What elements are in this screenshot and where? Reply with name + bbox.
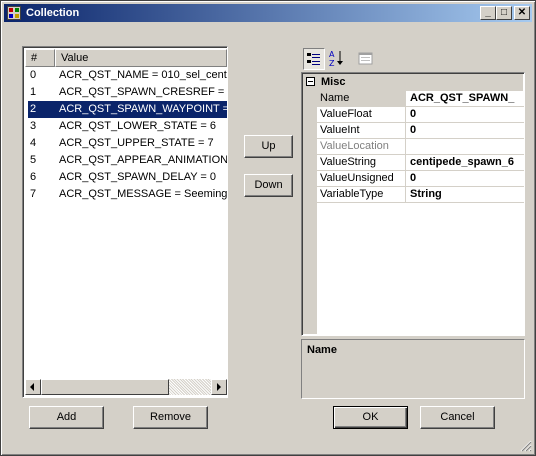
property-label: VariableType (317, 187, 406, 202)
list-item-index: 3 (30, 120, 37, 132)
list-item-index: 0 (30, 69, 37, 81)
cancel-button[interactable]: Cancel (420, 406, 495, 429)
add-button[interactable]: Add (29, 406, 104, 429)
description-title: Name (307, 344, 337, 356)
ok-button[interactable]: OK (333, 406, 408, 429)
list-item[interactable]: 6 ACR_QST_SPAWN_DELAY = 0 (25, 169, 227, 186)
svg-text:Z: Z (329, 59, 335, 68)
property-label: ValueUnsigned (317, 171, 406, 186)
collection-editor-window: Collection _ □ ✕ # Value 0 ACR_QST_NAME … (0, 0, 536, 456)
list-item-value: ACR_QST_SPAWN_WAYPOINT = (59, 103, 227, 115)
property-row-valueint[interactable]: ValueInt 0 (317, 123, 524, 139)
property-value-input[interactable]: 0 (407, 171, 524, 186)
close-button[interactable]: ✕ (514, 6, 530, 20)
list-item-value: ACR_QST_SPAWN_DELAY = 0 (59, 171, 217, 183)
property-label: ValueInt (317, 123, 406, 138)
list-item[interactable]: 5 ACR_QST_APPEAR_ANIMATION (25, 152, 227, 169)
list-item-index: 1 (30, 86, 37, 98)
list-item-selected[interactable]: 2 ACR_QST_SPAWN_WAYPOINT = (25, 101, 227, 118)
list-item[interactable]: 7 ACR_QST_MESSAGE = Seemingly (25, 186, 227, 203)
property-description-pane: Name (301, 339, 525, 399)
property-pages-icon (358, 52, 373, 65)
property-value-input[interactable]: ACR_QST_SPAWN_ (407, 91, 524, 106)
list-item-index: 6 (30, 171, 37, 183)
property-row-variabletype[interactable]: VariableType String (317, 187, 524, 203)
list-item-index: 5 (30, 154, 37, 166)
categorized-button[interactable] (303, 48, 325, 70)
list-item-value: ACR_QST_UPPER_STATE = 7 (59, 137, 214, 149)
alphabetical-button[interactable]: A Z (326, 48, 348, 70)
property-row-valuefloat[interactable]: ValueFloat 0 (317, 107, 524, 123)
list-item[interactable]: 1 ACR_QST_SPAWN_CRESREF = a (25, 84, 227, 101)
members-list[interactable]: # Value 0 ACR_QST_NAME = 010_sel_centip … (22, 46, 228, 398)
list-item-value: ACR_QST_NAME = 010_sel_centip (59, 69, 227, 81)
property-pages-button[interactable] (355, 48, 377, 70)
arrow-left-icon (30, 383, 34, 391)
column-header-value[interactable]: Value (55, 49, 227, 67)
list-header: # Value (25, 49, 227, 67)
category-row-misc[interactable]: Misc (303, 74, 523, 91)
scrollbar-thumb[interactable] (41, 379, 169, 395)
window-title: Collection (26, 7, 80, 19)
list-item-index: 4 (30, 137, 37, 149)
property-value-input[interactable]: 0 (407, 123, 524, 138)
remove-button[interactable]: Remove (133, 406, 208, 429)
app-icon[interactable] (7, 6, 21, 20)
minimize-button[interactable]: _ (480, 6, 496, 20)
property-value-input (407, 139, 524, 154)
property-row-name[interactable]: Name ACR_QST_SPAWN_ (317, 91, 524, 107)
categorized-icon (307, 53, 320, 65)
property-row-valuestring[interactable]: ValueString centipede_spawn_6 (317, 155, 524, 171)
property-label: Name (317, 91, 406, 106)
property-grid-toolbar: A Z (303, 48, 383, 72)
arrow-right-icon (217, 383, 221, 391)
scroll-left-button[interactable] (25, 379, 41, 395)
list-item-value: ACR_QST_SPAWN_CRESREF = a (59, 86, 227, 98)
grid-margin (303, 74, 317, 334)
collapse-icon[interactable] (306, 77, 315, 86)
property-label: ValueFloat (317, 107, 406, 122)
list-item-index: 7 (30, 188, 37, 200)
property-value-input[interactable]: centipede_spawn_6 (407, 155, 524, 170)
move-up-button[interactable]: Up (244, 135, 293, 158)
category-label: Misc (321, 76, 346, 88)
list-item-index: 2 (30, 103, 37, 115)
horizontal-scrollbar[interactable] (25, 379, 227, 395)
list-item-value: ACR_QST_APPEAR_ANIMATION (59, 154, 227, 166)
list-item[interactable]: 3 ACR_QST_LOWER_STATE = 6 (25, 118, 227, 135)
property-value-input[interactable]: 0 (407, 107, 524, 122)
property-row-valuelocation[interactable]: ValueLocation (317, 139, 524, 155)
resize-grip-icon[interactable] (520, 440, 532, 452)
sort-alphabetical-icon: A Z (329, 50, 343, 68)
property-row-valueunsigned[interactable]: ValueUnsigned 0 (317, 171, 524, 187)
title-bar[interactable]: Collection _ □ ✕ (4, 4, 532, 22)
property-label: ValueLocation (317, 139, 406, 154)
property-value-input[interactable]: String (407, 187, 524, 202)
maximize-button[interactable]: □ (496, 6, 512, 20)
property-grid[interactable]: Misc Name ACR_QST_SPAWN_ ValueFloat 0 Va… (301, 72, 525, 336)
list-item-value: ACR_QST_MESSAGE = Seemingly (59, 188, 227, 200)
column-header-index[interactable]: # (25, 49, 55, 67)
list-item-value: ACR_QST_LOWER_STATE = 6 (59, 120, 216, 132)
property-label: ValueString (317, 155, 406, 170)
list-item[interactable]: 0 ACR_QST_NAME = 010_sel_centip (25, 67, 227, 84)
svg-text:A: A (329, 50, 335, 59)
scroll-right-button[interactable] (211, 379, 227, 395)
move-down-button[interactable]: Down (244, 174, 293, 197)
list-item[interactable]: 4 ACR_QST_UPPER_STATE = 7 (25, 135, 227, 152)
